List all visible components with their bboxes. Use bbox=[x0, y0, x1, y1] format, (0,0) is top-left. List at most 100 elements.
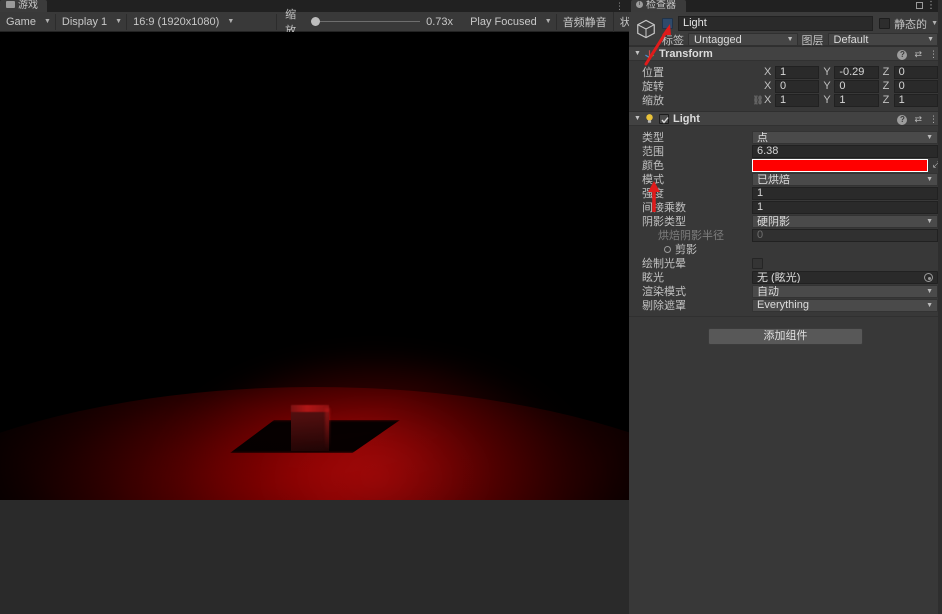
rotation-z-field[interactable]: 0 bbox=[893, 79, 938, 93]
light-color-swatch[interactable] bbox=[752, 158, 928, 172]
rotation-x-field[interactable]: 0 bbox=[775, 79, 820, 93]
display-dropdown[interactable]: Display 1 ▼ bbox=[56, 13, 128, 30]
position-z-field[interactable]: 0 bbox=[893, 65, 938, 79]
transform-position-row: 位置 X1 Y -0.29 Z0 bbox=[629, 65, 942, 79]
light-enabled-checkbox[interactable] bbox=[659, 113, 669, 124]
light-render-mode-row: 渲染模式 自动 ▼ bbox=[629, 284, 942, 298]
scale-y-field[interactable]: 1 bbox=[834, 93, 879, 107]
transform-foldout-icon[interactable]: ▼ bbox=[634, 50, 643, 57]
game-viewport[interactable] bbox=[0, 32, 629, 500]
position-z[interactable]: Z0 bbox=[882, 65, 938, 79]
scale-x[interactable]: X1 bbox=[764, 93, 820, 107]
scale-x-field[interactable]: 1 bbox=[775, 93, 820, 107]
chevron-down-icon[interactable]: ▼ bbox=[931, 20, 938, 27]
transform-rotation-row: 旋转 X0 Y0 Z0 bbox=[629, 79, 942, 93]
scale-z[interactable]: Z1 bbox=[882, 93, 938, 107]
light-type-dropdown[interactable]: 点 ▼ bbox=[752, 130, 938, 144]
aspect-dropdown[interactable]: 16:9 (1920x1080) ▼ bbox=[127, 13, 278, 30]
light-intensity-field[interactable]: 1 bbox=[752, 186, 938, 200]
kebab-icon[interactable]: ⋮ bbox=[929, 50, 938, 59]
help-icon[interactable]: ? bbox=[897, 114, 908, 125]
light-component-header[interactable]: ▼ Light ? ⇄ ⋮ bbox=[629, 111, 942, 126]
light-indirect-field[interactable]: 1 bbox=[752, 200, 938, 214]
light-range-row: 范围 6.38 bbox=[629, 144, 942, 158]
game-toolbar: Game ▼ Display 1 ▼ 16:9 (1920x1080) ▼ 缩放… bbox=[0, 9, 706, 37]
slider-track bbox=[319, 21, 421, 22]
view-mode-label: Game bbox=[6, 15, 36, 28]
light-bulb-icon bbox=[646, 114, 653, 123]
chevron-down-icon: ▼ bbox=[43, 18, 51, 25]
mute-audio-label: 音频静音 bbox=[562, 16, 607, 29]
light-flare-objectfield[interactable]: 无 (眩光) bbox=[752, 270, 938, 284]
game-tab-kebab-icon[interactable]: ⋮ bbox=[615, 1, 624, 11]
light-render-mode-dropdown[interactable]: 自动 ▼ bbox=[752, 284, 938, 298]
rotation-x[interactable]: X0 bbox=[764, 79, 820, 93]
transform-component-header[interactable]: ▼ Transform ? ⇄ ⋮ bbox=[629, 46, 942, 61]
light-baked-radius-field: 0 bbox=[752, 228, 938, 242]
position-x-field[interactable]: 1 bbox=[775, 65, 820, 79]
view-mode-dropdown[interactable]: Game ▼ bbox=[0, 13, 56, 30]
object-picker-icon[interactable] bbox=[924, 272, 933, 282]
play-mode-dropdown[interactable]: Play Focused ▼ bbox=[464, 13, 557, 30]
axis-z-label: Z bbox=[882, 94, 890, 106]
scale-y[interactable]: Y1 bbox=[823, 93, 879, 107]
light-culling-label: 剔除遮罩 bbox=[642, 300, 686, 312]
game-panel-background bbox=[0, 500, 629, 614]
mute-audio-button[interactable]: 音频静音 bbox=[557, 11, 614, 32]
transform-header-actions: ? ⇄ ⋮ bbox=[897, 47, 938, 62]
axis-z-label: Z bbox=[882, 66, 890, 78]
constrain-proportions-icon[interactable]: ⛓ bbox=[752, 95, 764, 106]
object-name-field[interactable]: Light bbox=[678, 16, 874, 31]
position-y-field[interactable]: -0.29 bbox=[834, 65, 879, 79]
light-culling-value: Everything bbox=[757, 299, 809, 311]
tag-dropdown[interactable]: Untagged ▼ bbox=[688, 33, 798, 46]
rotation-y[interactable]: Y0 bbox=[823, 79, 879, 93]
help-icon[interactable]: ? bbox=[897, 49, 908, 60]
light-mode-dropdown[interactable]: 已烘焙 ▼ bbox=[752, 172, 938, 186]
position-x[interactable]: X1 bbox=[764, 65, 820, 79]
light-silhouette-row: 剪影 bbox=[629, 242, 942, 256]
light-halo-checkbox[interactable] bbox=[752, 257, 763, 269]
tab-game[interactable]: 游戏 bbox=[0, 0, 47, 12]
scale-slider[interactable] bbox=[311, 16, 421, 28]
light-range-field[interactable]: 6.38 bbox=[752, 144, 938, 158]
tab-inspector[interactable]: i 检查器 bbox=[631, 0, 686, 12]
inspector-body: Light 静态的 ▼ 标签 Untagged ▼ 图层 Default ▼ ▼… bbox=[629, 12, 942, 614]
axis-y-label: Y bbox=[823, 80, 831, 92]
light-intensity-row: 强度 1 bbox=[629, 186, 942, 200]
inspector-panel: i 检查器 ⋮ Light 静态的 ▼ 标签 Untagged ▼ 图层 Def… bbox=[629, 0, 942, 614]
scene-cube bbox=[291, 406, 329, 451]
light-culling-dropdown[interactable]: Everything ▼ bbox=[752, 298, 938, 312]
silhouette-radio-icon[interactable] bbox=[664, 245, 671, 253]
preset-icon[interactable]: ⇄ bbox=[914, 50, 922, 59]
layer-dropdown[interactable]: Default ▼ bbox=[827, 33, 938, 46]
game-view-panel: 游戏 ⋮ Game ▼ Display 1 ▼ 16:9 (1920x1080)… bbox=[0, 0, 706, 614]
light-shadow-type-value: 硬阴影 bbox=[757, 216, 790, 228]
chevron-down-icon: ▼ bbox=[926, 301, 933, 309]
scale-z-field[interactable]: 1 bbox=[893, 93, 938, 107]
object-name-row: Light 静态的 ▼ bbox=[662, 16, 938, 31]
rotation-y-field[interactable]: 0 bbox=[834, 79, 879, 93]
inspector-kebab-icon[interactable]: ⋮ bbox=[926, 0, 936, 12]
chevron-down-icon: ▼ bbox=[927, 36, 934, 43]
position-y[interactable]: Y -0.29 bbox=[823, 65, 879, 79]
light-shadow-type-row: 阴影类型 硬阴影 ▼ bbox=[629, 214, 942, 228]
rotation-z[interactable]: Z0 bbox=[883, 79, 938, 93]
chevron-down-icon: ▼ bbox=[926, 175, 933, 183]
dock-icon[interactable] bbox=[916, 2, 923, 9]
static-checkbox[interactable] bbox=[879, 18, 891, 29]
inspector-scrollbar[interactable] bbox=[938, 0, 942, 614]
slider-handle[interactable] bbox=[311, 17, 321, 26]
light-shadow-type-dropdown[interactable]: 硬阴影 ▼ bbox=[752, 214, 938, 228]
light-type-row: 类型 点 ▼ bbox=[629, 130, 942, 144]
light-flare-value: 无 (眩光) bbox=[757, 272, 801, 284]
axis-y-label: Y bbox=[823, 66, 831, 78]
play-mode-label: Play Focused bbox=[470, 15, 537, 28]
axis-x-label: X bbox=[764, 66, 772, 78]
object-enabled-checkbox[interactable] bbox=[662, 18, 673, 29]
kebab-icon[interactable]: ⋮ bbox=[929, 115, 938, 124]
static-control[interactable]: 静态的 ▼ bbox=[879, 16, 938, 32]
add-component-button[interactable]: 添加组件 bbox=[708, 328, 863, 345]
preset-icon[interactable]: ⇄ bbox=[914, 115, 922, 124]
light-foldout-icon[interactable]: ▼ bbox=[634, 115, 643, 122]
